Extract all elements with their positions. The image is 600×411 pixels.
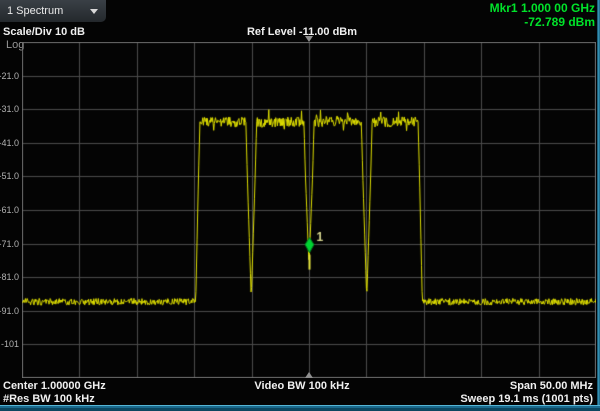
graticule-area	[22, 42, 596, 378]
center-freq-indicator-top-icon	[305, 36, 313, 42]
trace-selector-label: 1 Spectrum	[0, 5, 90, 17]
center-freq-indicator-bottom-icon	[305, 372, 313, 378]
window-border-bottom	[0, 405, 600, 411]
marker-readout-amplitude: -72.789 dBm	[490, 15, 595, 29]
res-bw-annotation[interactable]: #Res BW 100 kHz	[3, 393, 95, 405]
y-axis-label: -31.0	[0, 104, 19, 114]
marker-readout[interactable]: Mkr1 1.000 00 GHz -72.789 dBm	[490, 1, 595, 29]
y-axis-label: -41.0	[0, 138, 19, 148]
y-axis-label: -21.0	[0, 71, 19, 81]
y-axis-label: -51.0	[0, 171, 19, 181]
y-axis-label: -101	[1, 339, 19, 349]
span-annotation[interactable]: Span 50.00 MHz	[510, 380, 593, 392]
sweep-annotation[interactable]: Sweep 19.1 ms (1001 pts)	[460, 393, 593, 405]
y-axis-label: -71.0	[0, 239, 19, 249]
spectrum-display[interactable]	[22, 42, 596, 378]
y-axis-labels: -21.0 -31.0 -41.0 -51.0 -61.0 -71.0 -81.0 -91.0…	[0, 0, 20, 411]
trace-selector-dropdown[interactable]: 1 Spectrum	[0, 0, 106, 22]
y-axis-label: -91.0	[0, 306, 19, 316]
video-bw-annotation[interactable]: Video BW 100 kHz	[160, 380, 444, 392]
spectrum-analyzer-window: 1 Spectrum Scale/Div 10 dB Log Ref Level…	[0, 0, 600, 411]
scale-div-annotation[interactable]: Scale/Div 10 dB	[3, 26, 85, 38]
chevron-down-icon	[90, 9, 98, 14]
center-freq-annotation[interactable]: Center 1.00000 GHz	[3, 380, 106, 392]
marker-readout-frequency: Mkr1 1.000 00 GHz	[490, 1, 595, 15]
y-axis-label: -61.0	[0, 205, 19, 215]
y-axis-label: -81.0	[0, 272, 19, 282]
ref-level-annotation[interactable]: Ref Level -11.00 dBm	[160, 26, 444, 38]
